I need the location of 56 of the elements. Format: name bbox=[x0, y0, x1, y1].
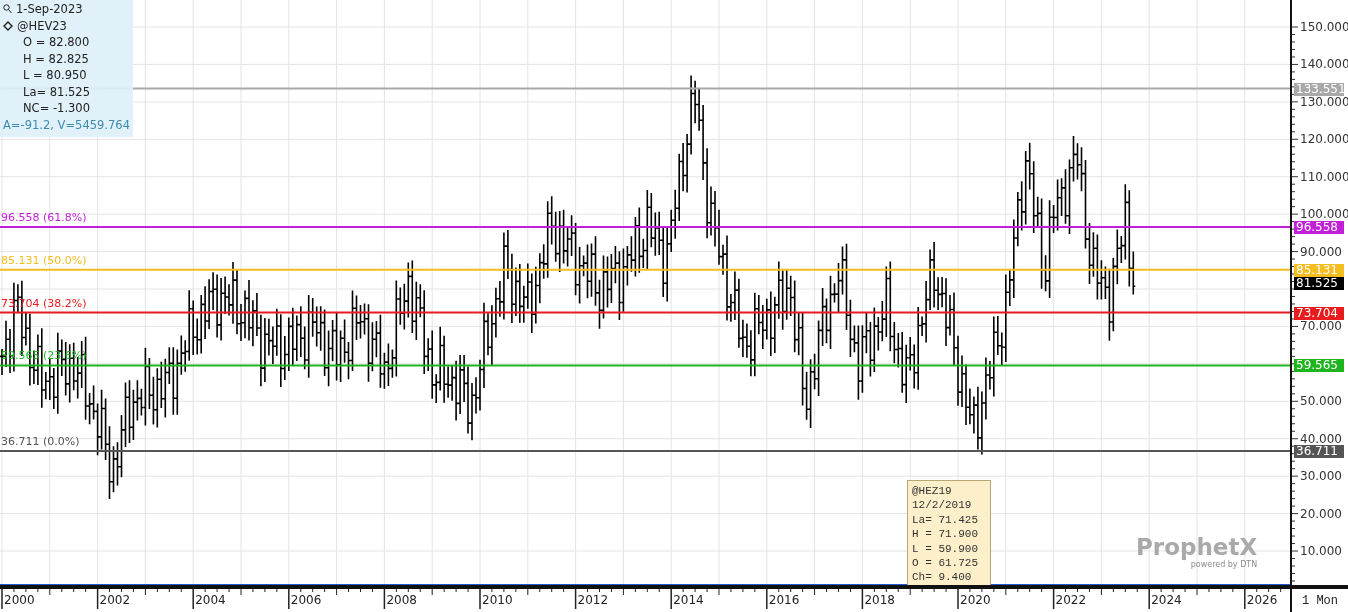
y-axis-label: 110.000 bbox=[1300, 170, 1348, 183]
level-label: 96.558 (61.8%) bbox=[1, 212, 87, 224]
tooltip-line: La= 71.425 bbox=[912, 512, 979, 528]
x-axis-label: 2018 bbox=[864, 593, 895, 607]
x-axis-label: 2024 bbox=[1151, 593, 1182, 607]
brand-tagline: powered by DTN bbox=[1190, 560, 1258, 569]
x-axis-label: 2006 bbox=[290, 593, 322, 607]
level-price-tag: 59.565 bbox=[1294, 359, 1344, 373]
tooltip-line: Ch= 9.400 bbox=[912, 570, 973, 585]
x-axis-label: 2022 bbox=[1055, 593, 1087, 607]
price-field: La= 81.525 bbox=[3, 83, 133, 100]
x-axis-label: 2004 bbox=[195, 593, 226, 607]
y-axis-label: 100.000 bbox=[1300, 208, 1348, 221]
x-axis-label: 2012 bbox=[577, 593, 609, 607]
diamond-icon bbox=[3, 20, 13, 31]
x-axis-label: 2000 bbox=[4, 593, 35, 607]
symbol-label: @HEV23 bbox=[17, 17, 67, 34]
level-price-tag: 73.704 bbox=[1294, 306, 1344, 320]
level-price-tag: 133.551 bbox=[1294, 82, 1344, 96]
search-icon bbox=[3, 4, 12, 15]
y-axis-label: 10.000 bbox=[1300, 545, 1342, 557]
x-axis-label: 2002 bbox=[99, 593, 131, 607]
price-field: O = 82.800 bbox=[3, 34, 133, 51]
y-axis-label: 140.000 bbox=[1300, 58, 1348, 71]
price-field: H = 82.825 bbox=[3, 50, 133, 67]
y-axis-label: 40.000 bbox=[1300, 432, 1342, 445]
x-axis-label: 2010 bbox=[482, 593, 513, 607]
y-axis-label: 150.000 bbox=[1300, 20, 1348, 33]
tooltip-line: O = 61.725 bbox=[912, 556, 979, 571]
x-axis-label: 2016 bbox=[768, 593, 800, 607]
price-field: L = 80.950 bbox=[3, 67, 133, 84]
interval-label: 1 Mon bbox=[1302, 593, 1338, 608]
tooltip-line: L = 59.900 bbox=[912, 541, 979, 557]
tooltip-line: 12/2/2019 bbox=[912, 498, 973, 513]
level-price-tag: 85.131 bbox=[1294, 263, 1344, 277]
level-price-tag: 96.558 bbox=[1294, 221, 1344, 234]
x-axis-label: 2026 bbox=[1246, 593, 1278, 607]
indicator-values: A=-91.2, V=5459.764 bbox=[3, 116, 131, 133]
y-axis-label: 30.000 bbox=[1300, 470, 1342, 483]
tooltip-line: @HEZ19 bbox=[912, 484, 953, 499]
x-axis-label: 2014 bbox=[673, 593, 704, 607]
tooltip-line: H = 71.900 bbox=[912, 527, 979, 542]
x-axis-label: 2008 bbox=[386, 593, 417, 607]
y-axis-label: 20.000 bbox=[1300, 507, 1342, 520]
y-axis-label: 70.000 bbox=[1300, 320, 1342, 333]
y-axis-label: 90.000 bbox=[1300, 245, 1342, 258]
y-axis-label: 120.000 bbox=[1300, 133, 1348, 146]
level-label: 36.711 (0.0%) bbox=[1, 436, 80, 448]
y-axis-label: 130.000 bbox=[1300, 95, 1348, 108]
brand-name: ProphetX bbox=[1136, 534, 1258, 560]
level-label: 85.131 (50.0%) bbox=[1, 254, 87, 267]
price-field: NC= -1.300 bbox=[3, 100, 133, 117]
bar-date: 1-Sep-2023 bbox=[16, 1, 83, 18]
x-axis-label: 2020 bbox=[960, 593, 991, 607]
y-axis-label: 50.000 bbox=[1300, 395, 1342, 408]
level-price-tag: 36.711 bbox=[1294, 445, 1344, 458]
